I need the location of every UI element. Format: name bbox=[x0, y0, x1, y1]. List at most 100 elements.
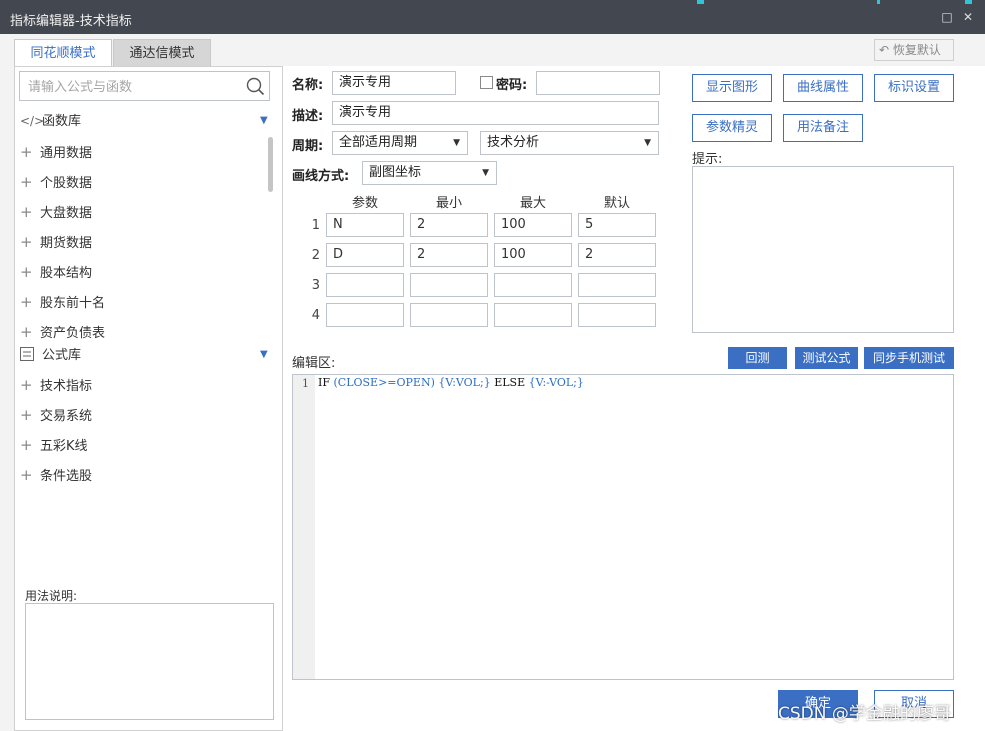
tree-item-label: 通用数据 bbox=[40, 146, 93, 161]
show-graph-button[interactable]: 显示图形 bbox=[692, 74, 772, 102]
name-label: 名称: bbox=[292, 78, 324, 93]
draw-mode-select[interactable]: 副图坐标 ▼ bbox=[362, 161, 497, 185]
formula-lib-label: 公式库 bbox=[42, 348, 82, 363]
param-max-cell[interactable] bbox=[494, 273, 572, 297]
tree-item-label: 交易系统 bbox=[40, 409, 93, 424]
param-name-cell[interactable] bbox=[326, 273, 404, 297]
tree-item-label: 个股数据 bbox=[40, 176, 93, 191]
editor-label: 编辑区: bbox=[292, 356, 336, 371]
param-header-min: 最小 bbox=[435, 196, 462, 211]
left-panel: </>函数库 ▼ + 通用数据 + 个股数据 + 大盘数据 + 期货数据 + 股本结构 +… bbox=[14, 66, 283, 731]
search-box bbox=[19, 71, 270, 101]
tree-item-trading-system[interactable]: + 交易系统 bbox=[20, 405, 92, 425]
chevron-down-icon[interactable]: ▼ bbox=[260, 345, 268, 365]
search-input[interactable] bbox=[28, 78, 238, 96]
title-accent bbox=[965, 0, 972, 4]
tree-item-label: 期货数据 bbox=[40, 236, 93, 251]
tree-item-share-structure[interactable]: + 股本结构 bbox=[20, 262, 92, 282]
sync-mobile-test-button[interactable]: 同步手机测试 bbox=[864, 347, 954, 369]
backtest-button[interactable]: 回测 bbox=[728, 347, 787, 369]
name-input[interactable]: 演示专用 bbox=[332, 71, 456, 95]
search-icon[interactable] bbox=[246, 77, 265, 100]
tree-item-balance-sheet[interactable]: + 资产负债表 bbox=[20, 322, 105, 342]
period-select[interactable]: 全部适用周期 ▼ bbox=[332, 131, 468, 155]
param-default-cell[interactable] bbox=[578, 273, 656, 297]
tab-ths-mode[interactable]: 同花顺模式 bbox=[14, 39, 112, 67]
desc-label: 描述: bbox=[292, 109, 324, 124]
param-header-default: 默认 bbox=[603, 196, 630, 211]
param-name-cell[interactable] bbox=[326, 303, 404, 327]
password-label: 密码: bbox=[496, 78, 528, 93]
mark-settings-button[interactable]: 标识设置 bbox=[874, 74, 954, 102]
close-icon[interactable]: ✕ bbox=[961, 10, 975, 24]
tree-item-stock-data[interactable]: + 个股数据 bbox=[20, 172, 92, 192]
param-max-cell[interactable] bbox=[494, 303, 572, 327]
editor-gutter bbox=[293, 375, 315, 679]
function-lib-header[interactable]: </>函数库 ▼ bbox=[20, 111, 278, 131]
param-max-cell[interactable]: 100 bbox=[494, 243, 572, 267]
code-keyword: IF bbox=[318, 376, 334, 389]
usage-notes-button[interactable]: 用法备注 bbox=[783, 114, 863, 142]
tree-item-top-shareholders[interactable]: + 股东前十名 bbox=[20, 292, 105, 312]
plus-icon: + bbox=[20, 263, 33, 281]
code-expression: (CLOSE>=OPEN) {V:VOL;} bbox=[333, 376, 495, 389]
tree-item-futures-data[interactable]: + 期货数据 bbox=[20, 232, 92, 252]
plus-icon: + bbox=[20, 293, 33, 311]
usage-label: 用法说明: bbox=[25, 589, 78, 603]
param-wizard-button[interactable]: 参数精灵 bbox=[692, 114, 772, 142]
tree-item-general-data[interactable]: + 通用数据 bbox=[20, 142, 92, 162]
tree-item-stock-screening[interactable]: + 条件选股 bbox=[20, 465, 92, 485]
plus-icon: + bbox=[20, 466, 33, 484]
right-panel: 名称: 演示专用 密码: 描述: 演示专用 周期: 全部适用周期 ▼ 技术分析 ▼ … bbox=[283, 66, 985, 731]
code-editor[interactable]: 1 IF (CLOSE>=OPEN) {V:VOL;} ELSE {V:-VOL… bbox=[292, 374, 954, 680]
chevron-down-icon[interactable]: ▼ bbox=[260, 111, 268, 131]
curve-properties-button[interactable]: 曲线属性 bbox=[783, 74, 863, 102]
tree-scrollbar[interactable] bbox=[268, 137, 273, 192]
plus-icon: + bbox=[20, 323, 33, 341]
param-default-cell[interactable]: 2 bbox=[578, 243, 656, 267]
usage-textarea[interactable] bbox=[25, 603, 274, 720]
tree-item-label: 资产负债表 bbox=[40, 326, 106, 341]
plus-icon: + bbox=[20, 233, 33, 251]
tab-tdx-mode[interactable]: 通达信模式 bbox=[113, 39, 211, 67]
desc-input[interactable]: 演示专用 bbox=[332, 101, 659, 125]
plus-icon: + bbox=[20, 376, 33, 394]
maximize-icon[interactable]: □ bbox=[940, 10, 954, 24]
watermark: CSDN @学金融的廖哥 bbox=[778, 704, 951, 724]
formula-lib-header[interactable]: 公式库 ▼ bbox=[20, 345, 278, 365]
param-min-cell[interactable]: 2 bbox=[410, 213, 488, 237]
param-default-cell[interactable] bbox=[578, 303, 656, 327]
title-bar: 指标编辑器-技术指标 □ ✕ bbox=[0, 0, 985, 34]
param-name-cell[interactable]: D bbox=[326, 243, 404, 267]
tree-item-label: 股本结构 bbox=[40, 266, 93, 281]
plus-icon: + bbox=[20, 203, 33, 221]
param-header-max: 最大 bbox=[519, 196, 546, 211]
password-input[interactable] bbox=[536, 71, 660, 95]
tree-item-colored-kline[interactable]: + 五彩K线 bbox=[20, 435, 88, 455]
title-accent bbox=[877, 0, 880, 4]
draw-mode-select-value: 副图坐标 bbox=[369, 165, 422, 180]
plus-icon: + bbox=[20, 173, 33, 191]
param-row-number: 3 bbox=[311, 278, 320, 293]
param-max-cell[interactable]: 100 bbox=[494, 213, 572, 237]
category-select[interactable]: 技术分析 ▼ bbox=[480, 131, 659, 155]
param-min-cell[interactable]: 2 bbox=[410, 243, 488, 267]
tree-item-market-data[interactable]: + 大盘数据 bbox=[20, 202, 92, 222]
param-default-cell[interactable]: 5 bbox=[578, 213, 656, 237]
undo-icon: ↶ bbox=[879, 43, 890, 57]
restore-default-button[interactable]: ↶ 恢复默认 bbox=[874, 39, 954, 61]
caret-down-icon: ▼ bbox=[453, 138, 460, 148]
category-select-value: 技术分析 bbox=[487, 135, 540, 150]
caret-down-icon: ▼ bbox=[482, 168, 489, 178]
param-min-cell[interactable] bbox=[410, 303, 488, 327]
code-line[interactable]: IF (CLOSE>=OPEN) {V:VOL;} ELSE {V:-VOL;} bbox=[318, 376, 584, 389]
tree-item-label: 技术指标 bbox=[40, 379, 93, 394]
test-formula-button[interactable]: 测试公式 bbox=[795, 347, 858, 369]
tree-item-tech-indicators[interactable]: + 技术指标 bbox=[20, 375, 92, 395]
plus-icon: + bbox=[20, 143, 33, 161]
code-icon: </> bbox=[20, 114, 45, 128]
param-name-cell[interactable]: N bbox=[326, 213, 404, 237]
list-icon bbox=[20, 345, 42, 365]
password-checkbox[interactable] bbox=[480, 76, 493, 89]
param-min-cell[interactable] bbox=[410, 273, 488, 297]
